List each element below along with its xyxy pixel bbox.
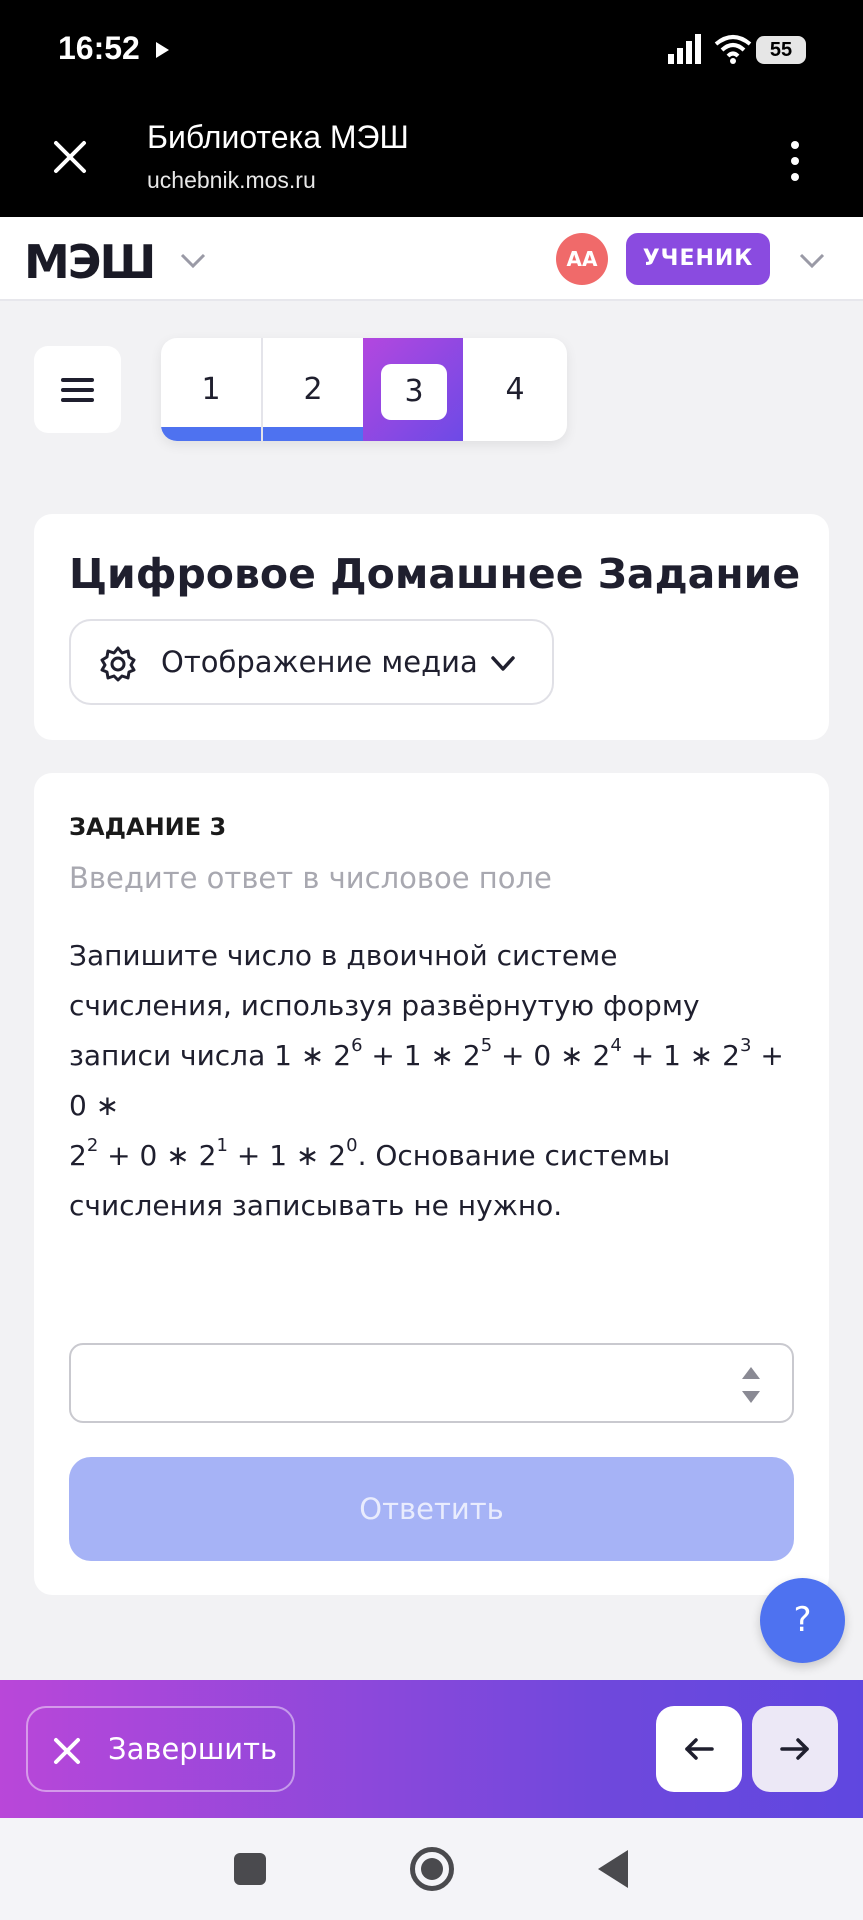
- arrow-right-icon: [780, 1738, 809, 1760]
- term-coef: 1: [403, 1039, 422, 1072]
- term-exp: 0: [346, 1135, 358, 1156]
- term-base: 2: [198, 1139, 217, 1172]
- page-title: Цифровое Домашнее Задание: [69, 550, 801, 598]
- back-icon[interactable]: [598, 1850, 628, 1888]
- close-icon[interactable]: [48, 135, 92, 179]
- term-coef: 1: [663, 1039, 681, 1072]
- finish-button[interactable]: Завершить: [26, 1706, 295, 1792]
- menu-button[interactable]: [34, 346, 121, 433]
- term-coef: 1: [269, 1139, 288, 1172]
- term-base: 2: [722, 1039, 740, 1072]
- mesh-logo[interactable]: МЭШ: [24, 235, 156, 289]
- formula-term: 22: [69, 1137, 98, 1173]
- task-hint: Введите ответ в числовое поле: [69, 861, 552, 895]
- term-exp: 3: [739, 1035, 752, 1056]
- formula-term: 1 ∗ 25: [403, 1035, 493, 1073]
- completed-indicator: [161, 427, 261, 441]
- gear-icon: [100, 646, 136, 682]
- avatar[interactable]: АА: [556, 233, 608, 285]
- browser-url: uchebnik.mos.ru: [147, 167, 316, 193]
- battery-indicator: 55: [756, 36, 806, 64]
- hamburger-icon-line: [61, 388, 94, 392]
- task-heading: ЗАДАНИЕ 3: [69, 813, 227, 841]
- system-navigation-bar: [0, 1818, 863, 1920]
- completed-indicator: [263, 427, 363, 441]
- task-tab-3[interactable]: 3: [363, 338, 463, 441]
- help-button[interactable]: ?: [760, 1578, 845, 1663]
- task-tab-2[interactable]: 2: [263, 338, 363, 441]
- term-coef: 0: [139, 1139, 158, 1172]
- number-stepper-icon[interactable]: [740, 1363, 762, 1407]
- answer-number-input[interactable]: [69, 1343, 794, 1423]
- task-text-fragment: . Основание системы: [357, 1139, 671, 1172]
- task-tabs: 1 2 3 4: [161, 338, 567, 441]
- term-coef: 0: [533, 1039, 552, 1072]
- term-base: 2: [592, 1039, 611, 1072]
- term-exp: 2: [86, 1135, 99, 1156]
- browser-toolbar: Библиотека МЭШ uchebnik.mos.ru: [0, 105, 863, 217]
- more-options-icon[interactable]: [780, 139, 810, 183]
- browser-title: Библиотека МЭШ: [147, 119, 409, 155]
- task-text-line: Запишите число в двоичной системе: [69, 939, 618, 972]
- signal-icon: [668, 34, 701, 64]
- close-icon: [54, 1738, 80, 1764]
- arrow-left-icon: [685, 1738, 714, 1760]
- formula-term: 1 ∗ 23: [663, 1035, 752, 1073]
- task-text-line: счисления записывать не нужно.: [69, 1189, 563, 1222]
- finish-label: Завершить: [108, 1732, 278, 1766]
- recent-apps-icon[interactable]: [234, 1853, 266, 1885]
- task-tab-4[interactable]: 4: [465, 338, 565, 441]
- hamburger-icon: [61, 378, 94, 382]
- term-base: 2: [462, 1039, 481, 1072]
- hamburger-icon-line: [61, 398, 94, 402]
- formula-term: 0 ∗ 24: [533, 1035, 622, 1073]
- wifi-icon: [714, 35, 752, 64]
- term-base: 2: [333, 1039, 352, 1072]
- task-formula: 22 + 0 ∗ 21 + 1 ∗ 20. Основание системы: [69, 1135, 671, 1173]
- formula-term: 1 ∗ 26: [274, 1035, 363, 1073]
- chevron-down-icon[interactable]: [178, 251, 208, 271]
- term-base: 2: [328, 1139, 347, 1172]
- home-icon-dot: [421, 1858, 443, 1880]
- assignment-header-card: Цифровое Домашнее Задание Отображение ме…: [34, 514, 829, 740]
- home-icon[interactable]: [410, 1847, 454, 1891]
- task-formula: записи числа 1 ∗ 26 + 1 ∗ 25 + 0 ∗ 24 + …: [69, 1035, 784, 1123]
- term-coef: 0: [69, 1089, 87, 1122]
- app-header: МЭШ АА УЧЕНИК: [0, 217, 863, 301]
- term-exp: 6: [351, 1035, 363, 1056]
- previous-task-button[interactable]: [656, 1706, 742, 1792]
- play-icon: [156, 42, 169, 58]
- task-text-line: счисления, используя развёрнутую форму: [69, 989, 700, 1022]
- role-badge[interactable]: УЧЕНИК: [626, 233, 770, 285]
- chevron-down-icon: [491, 656, 515, 671]
- task-card: ЗАДАНИЕ 3 Введите ответ в числовое поле …: [34, 773, 829, 1595]
- status-time: 16:52: [58, 30, 140, 66]
- media-display-label: Отображение медиа: [161, 645, 478, 679]
- task-text-fragment: записи числа: [69, 1039, 266, 1072]
- status-bar: 16:52 55: [0, 0, 863, 105]
- submit-answer-button[interactable]: Ответить: [69, 1457, 794, 1561]
- chevron-down-icon[interactable]: [797, 251, 827, 271]
- formula-term: 0 ∗ 21: [139, 1135, 228, 1173]
- media-display-dropdown[interactable]: Отображение медиа: [69, 619, 554, 705]
- task-text: Запишите число в двоичной системе счисле…: [69, 931, 809, 1231]
- next-task-button[interactable]: [752, 1706, 838, 1792]
- term-exp: 1: [216, 1135, 228, 1156]
- task-tab-label: 4: [505, 372, 525, 407]
- term-exp: 4: [610, 1035, 622, 1056]
- formula-term: 1 ∗ 20: [269, 1135, 358, 1173]
- bottom-action-bar: Завершить: [0, 1680, 863, 1818]
- task-tab-label: 1: [201, 372, 221, 407]
- term-exp: 5: [480, 1035, 493, 1056]
- formula-term: 0 ∗: [69, 1089, 120, 1122]
- task-tab-label: 3: [381, 364, 447, 420]
- term-base: 2: [69, 1139, 87, 1172]
- term-coef: 1: [274, 1039, 292, 1072]
- task-tab-1[interactable]: 1: [161, 338, 261, 441]
- task-tab-label: 2: [303, 372, 323, 407]
